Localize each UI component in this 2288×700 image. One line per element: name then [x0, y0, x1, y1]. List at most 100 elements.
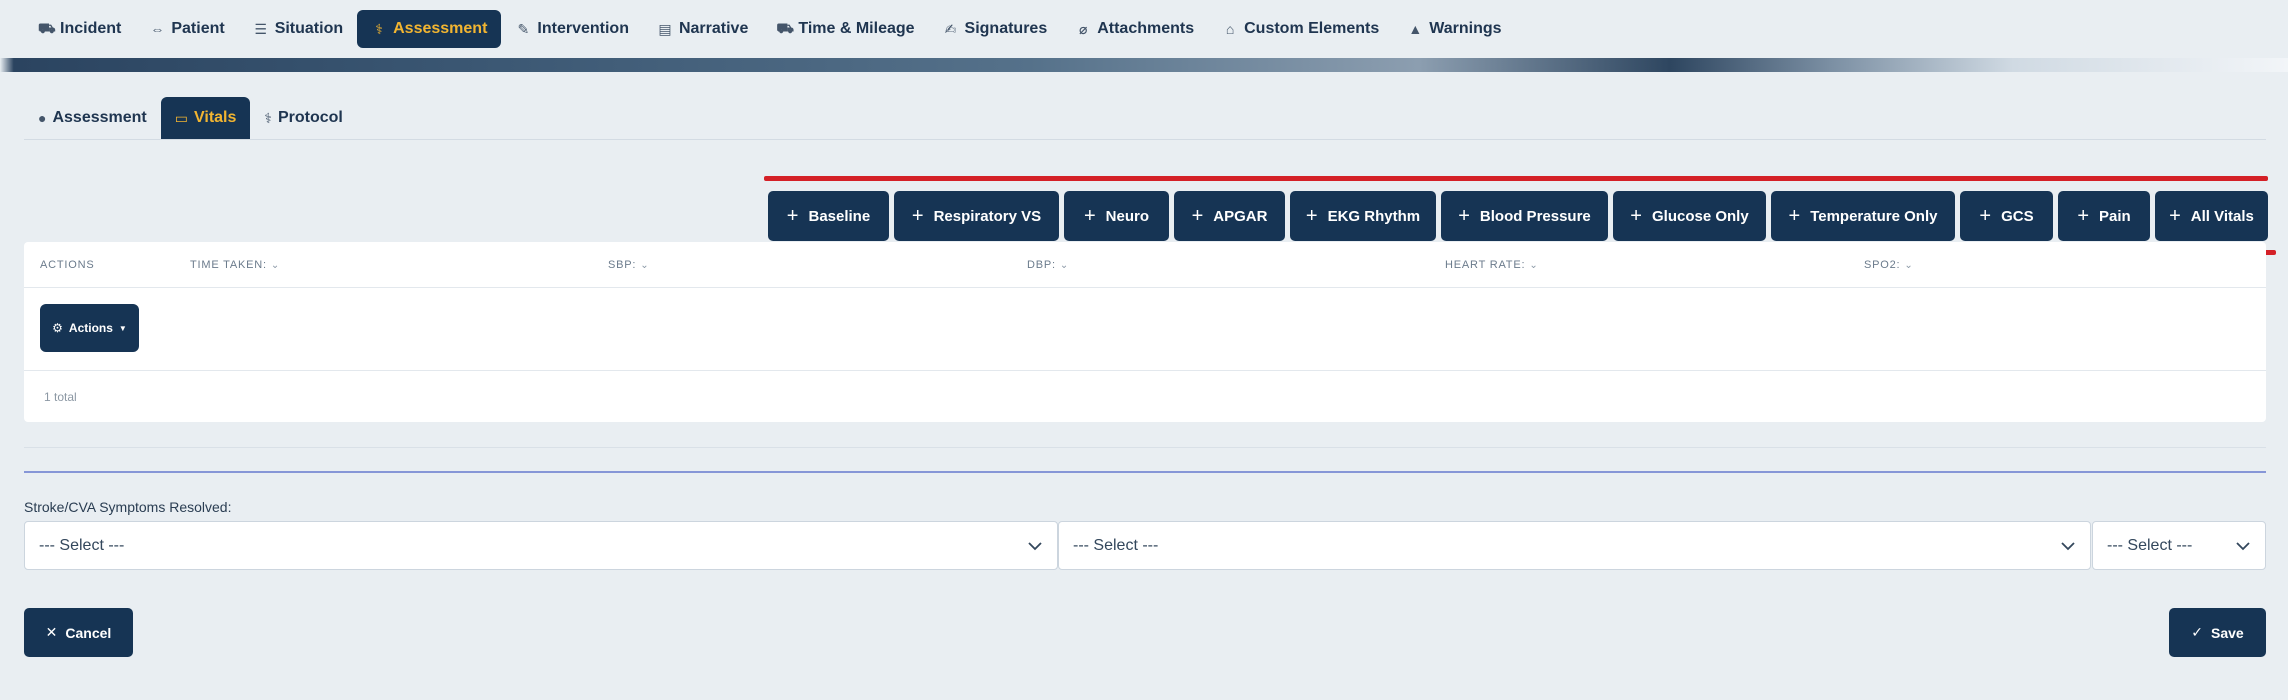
add-gcs-button[interactable]: + GCS	[1960, 191, 2053, 241]
tab-attachments[interactable]: ⌀ Attachments	[1061, 10, 1208, 48]
warning-icon: ▲	[1408, 21, 1423, 37]
column-heart-rate[interactable]: HEART RATE: ⌄	[1445, 242, 1539, 288]
tab-label: Incident	[60, 20, 122, 37]
column-label: TIME TAKEN:	[190, 259, 267, 271]
add-apgar-button[interactable]: + APGAR	[1174, 191, 1285, 241]
add-all-vitals-button[interactable]: + All Vitals	[2155, 191, 2268, 241]
tab-situation[interactable]: ☰ Situation	[239, 10, 357, 48]
chevron-down-icon	[1028, 541, 1042, 550]
subtab-assessment[interactable]: ● Assessment	[24, 97, 161, 139]
tab-label: Time & Mileage	[798, 20, 915, 37]
tab-label: Patient	[171, 20, 225, 37]
stethoscope-icon: ⚕	[375, 20, 383, 37]
car-clock-icon: ⛟	[776, 19, 794, 36]
plus-icon: +	[1305, 204, 1318, 227]
column-label: HEART RATE:	[1445, 259, 1526, 271]
add-blood-pressure-button[interactable]: + Blood Pressure	[1441, 191, 1608, 241]
notes-icon: ▤	[658, 20, 672, 37]
button-label: Blood Pressure	[1479, 207, 1591, 225]
tab-label: Narrative	[678, 20, 749, 37]
monitor-icon: ▭	[174, 109, 188, 126]
plus-icon: +	[2077, 204, 2089, 227]
select-value: --- Select ---	[1073, 536, 1159, 554]
check-icon: ✓	[2191, 624, 2204, 640]
stroke-resolved-select-1[interactable]: --- Select ---	[24, 521, 1058, 570]
plus-icon: +	[1630, 204, 1642, 227]
total-count: 1 total	[44, 390, 77, 404]
add-respiratory-vs-button[interactable]: + Respiratory VS	[894, 191, 1059, 241]
column-label: SBP:	[608, 259, 637, 271]
tab-incident[interactable]: ⛟ Incident	[24, 10, 135, 48]
actions-label: Actions	[68, 321, 113, 335]
signature-icon: ✍	[944, 20, 957, 37]
button-label: Glucose Only	[1651, 207, 1749, 225]
actions-dropdown-button[interactable]: ⚙ Actions ▼	[40, 304, 139, 352]
column-label: SPO2:	[1864, 259, 1901, 271]
subtab-label: Protocol	[277, 109, 343, 126]
plus-icon: +	[911, 204, 924, 227]
column-dbp[interactable]: DBP: ⌄	[1027, 242, 1069, 288]
add-baseline-button[interactable]: + Baseline	[768, 191, 889, 241]
add-temperature-only-button[interactable]: + Temperature Only	[1771, 191, 1955, 241]
column-time-taken[interactable]: TIME TAKEN: ⌄	[190, 242, 280, 288]
chevron-down-icon	[2061, 541, 2075, 550]
chevron-down-icon: ⌄	[1529, 259, 1539, 271]
stretcher-icon: ⇔	[150, 21, 165, 37]
tab-patient[interactable]: ⇔ Patient	[135, 10, 238, 48]
subtab-label: Vitals	[193, 109, 237, 126]
ambulance-icon: ⛟	[38, 19, 56, 36]
subtab-vitals[interactable]: ▭ Vitals	[160, 97, 251, 139]
tab-narrative[interactable]: ▤ Narrative	[643, 10, 762, 48]
plus-icon: +	[786, 204, 799, 227]
add-glucose-only-button[interactable]: + Glucose Only	[1613, 191, 1766, 241]
add-neuro-button[interactable]: + Neuro	[1064, 191, 1169, 241]
button-label: Pain	[2099, 207, 2131, 225]
column-label: DBP:	[1027, 259, 1056, 271]
annotation-line-top	[764, 176, 2268, 181]
save-label: Save	[2211, 624, 2244, 641]
chevron-down-icon: ⌄	[1059, 259, 1070, 271]
button-label: All Vitals	[2190, 207, 2254, 225]
tab-label: Situation	[274, 20, 344, 37]
plus-icon: +	[1191, 204, 1204, 227]
vitals-button-row: + Baseline + Respiratory VS + Neuro + APGAR …	[768, 191, 2268, 241]
section-divider	[24, 471, 2266, 473]
syringe-icon: ✎	[517, 20, 530, 37]
save-button[interactable]: ✓ Save	[2169, 608, 2266, 657]
tab-label: Custom Elements	[1244, 20, 1380, 37]
chevron-down-icon	[2236, 541, 2250, 550]
assessment-icon: ●	[38, 110, 47, 126]
plus-icon: +	[1979, 204, 1992, 227]
table-header: ACTIONS TIME TAKEN: ⌄ SBP: ⌄ DBP: ⌄ HEART R…	[24, 242, 2266, 288]
tab-label: Assessment	[393, 20, 488, 37]
stroke-resolved-select-2[interactable]: --- Select ---	[1058, 521, 2091, 570]
column-sbp[interactable]: SBP: ⌄	[608, 242, 649, 288]
gear-icon: ⚙	[52, 321, 63, 335]
add-pain-button[interactable]: + Pain	[2058, 191, 2150, 241]
cancel-button[interactable]: ✕ Cancel	[24, 608, 133, 657]
caret-down-icon: ▼	[118, 323, 127, 333]
home-icon: ⌂	[1225, 21, 1235, 37]
chevron-down-icon: ⌄	[1904, 259, 1914, 271]
tab-custom-elements[interactable]: ⌂ Custom Elements	[1208, 10, 1393, 48]
tab-label: Attachments	[1097, 20, 1195, 37]
button-label: Temperature Only	[1810, 207, 1938, 225]
tab-assessment[interactable]: ⚕ Assessment	[357, 10, 502, 48]
add-ekg-rhythm-button[interactable]: + EKG Rhythm	[1290, 191, 1436, 241]
stroke-resolved-select-3[interactable]: --- Select ---	[2092, 521, 2266, 570]
tab-warnings[interactable]: ▲ Warnings	[1393, 10, 1515, 48]
tab-label: Intervention	[537, 20, 629, 37]
subtab-protocol[interactable]: ⚕ Protocol	[250, 97, 356, 139]
situation-icon: ☰	[254, 20, 267, 37]
column-actions: ACTIONS	[40, 242, 95, 288]
tab-time-mileage[interactable]: ⛟ Time & Mileage	[762, 10, 928, 48]
plus-icon: +	[2169, 204, 2181, 227]
paperclip-icon: ⌀	[1079, 20, 1088, 37]
vitals-table: ACTIONS TIME TAKEN: ⌄ SBP: ⌄ DBP: ⌄ HEART R…	[24, 242, 2266, 422]
divider	[24, 447, 2266, 448]
close-icon: ✕	[45, 624, 58, 640]
button-label: Respiratory VS	[933, 207, 1042, 225]
tab-signatures[interactable]: ✍ Signatures	[929, 10, 1062, 48]
tab-intervention[interactable]: ✎ Intervention	[501, 10, 643, 48]
column-spo2[interactable]: SPO2: ⌄	[1864, 242, 1914, 288]
